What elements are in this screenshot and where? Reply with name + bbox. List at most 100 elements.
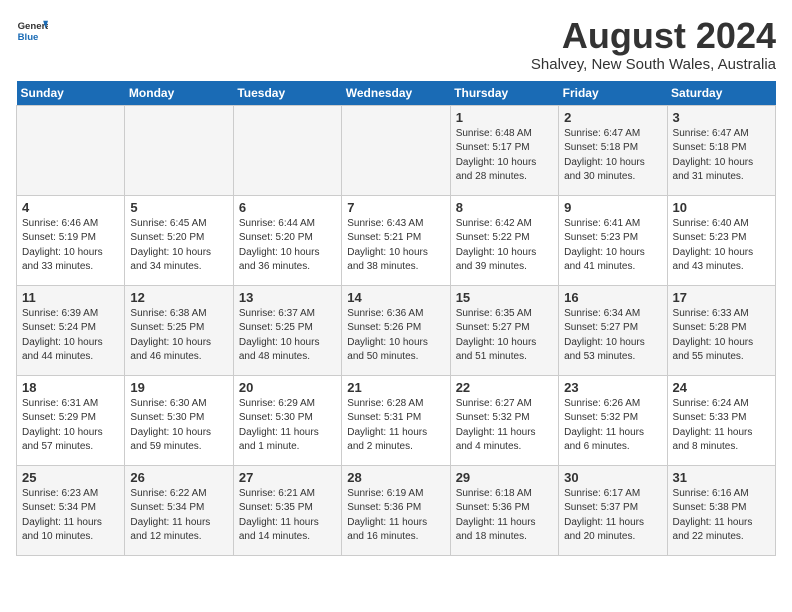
- day-number: 11: [22, 290, 119, 305]
- day-info: Sunrise: 6:47 AM Sunset: 5:18 PM Dayligh…: [673, 127, 770, 185]
- day-info: Sunrise: 6:21 AM Sunset: 5:35 PM Dayligh…: [239, 487, 336, 545]
- calendar-cell: [342, 105, 450, 195]
- day-number: 12: [130, 290, 227, 305]
- day-number: 17: [673, 290, 770, 305]
- month-year: August 2024: [531, 16, 776, 56]
- day-info: Sunrise: 6:41 AM Sunset: 5:23 PM Dayligh…: [564, 217, 661, 275]
- day-info: Sunrise: 6:37 AM Sunset: 5:25 PM Dayligh…: [239, 307, 336, 365]
- day-info: Sunrise: 6:24 AM Sunset: 5:33 PM Dayligh…: [673, 397, 770, 455]
- day-info: Sunrise: 6:28 AM Sunset: 5:31 PM Dayligh…: [347, 397, 444, 455]
- day-header-tuesday: Tuesday: [233, 81, 341, 106]
- calendar-cell: 23 Sunrise: 6:26 AM Sunset: 5:32 PM Dayli…: [559, 375, 667, 465]
- logo-icon: General Blue: [16, 16, 48, 48]
- page-header: General Blue August 2024 Shalvey, New So…: [16, 16, 776, 73]
- calendar-cell: 21 Sunrise: 6:28 AM Sunset: 5:31 PM Dayli…: [342, 375, 450, 465]
- day-number: 14: [347, 290, 444, 305]
- days-header-row: SundayMondayTuesdayWednesdayThursdayFrid…: [17, 81, 776, 106]
- day-info: Sunrise: 6:34 AM Sunset: 5:27 PM Dayligh…: [564, 307, 661, 365]
- week-row-1: 1 Sunrise: 6:48 AM Sunset: 5:17 PM Daylig…: [17, 105, 776, 195]
- week-row-2: 4 Sunrise: 6:46 AM Sunset: 5:19 PM Daylig…: [17, 195, 776, 285]
- day-number: 13: [239, 290, 336, 305]
- calendar-cell: 19 Sunrise: 6:30 AM Sunset: 5:30 PM Dayli…: [125, 375, 233, 465]
- day-number: 25: [22, 470, 119, 485]
- svg-text:Blue: Blue: [18, 32, 39, 43]
- calendar-cell: [125, 105, 233, 195]
- day-header-sunday: Sunday: [17, 81, 125, 106]
- day-header-monday: Monday: [125, 81, 233, 106]
- calendar-cell: 29Sunrise: 6:18 AM Sunset: 5:36 PM Dayli…: [450, 465, 558, 555]
- day-number: 31: [673, 470, 770, 485]
- calendar-cell: 22Sunrise: 6:27 AM Sunset: 5:32 PM Dayli…: [450, 375, 558, 465]
- day-number: 4: [22, 200, 119, 215]
- day-number: 16: [564, 290, 661, 305]
- day-info: Sunrise: 6:47 AM Sunset: 5:18 PM Dayligh…: [564, 127, 661, 185]
- day-number: 10: [673, 200, 770, 215]
- calendar-cell: 14 Sunrise: 6:36 AM Sunset: 5:26 PM Dayli…: [342, 285, 450, 375]
- svg-text:General: General: [18, 21, 48, 32]
- day-number: 30: [564, 470, 661, 485]
- day-info: Sunrise: 6:26 AM Sunset: 5:32 PM Dayligh…: [564, 397, 661, 455]
- calendar-cell: 27 Sunrise: 6:21 AM Sunset: 5:35 PM Dayli…: [233, 465, 341, 555]
- day-number: 3: [673, 110, 770, 125]
- week-row-3: 11Sunrise: 6:39 AM Sunset: 5:24 PM Dayli…: [17, 285, 776, 375]
- title-block: August 2024 Shalvey, New South Wales, Au…: [531, 16, 776, 73]
- day-info: Sunrise: 6:33 AM Sunset: 5:28 PM Dayligh…: [673, 307, 770, 365]
- day-info: Sunrise: 6:30 AM Sunset: 5:30 PM Dayligh…: [130, 397, 227, 455]
- day-info: Sunrise: 6:22 AM Sunset: 5:34 PM Dayligh…: [130, 487, 227, 545]
- calendar-cell: 26 Sunrise: 6:22 AM Sunset: 5:34 PM Dayli…: [125, 465, 233, 555]
- calendar-cell: 10Sunrise: 6:40 AM Sunset: 5:23 PM Dayli…: [667, 195, 775, 285]
- calendar-cell: 7Sunrise: 6:43 AM Sunset: 5:21 PM Daylig…: [342, 195, 450, 285]
- calendar-cell: [233, 105, 341, 195]
- calendar-cell: 31 Sunrise: 6:16 AM Sunset: 5:38 PM Dayli…: [667, 465, 775, 555]
- calendar-cell: 20Sunrise: 6:29 AM Sunset: 5:30 PM Dayli…: [233, 375, 341, 465]
- day-number: 24: [673, 380, 770, 395]
- calendar-cell: 30 Sunrise: 6:17 AM Sunset: 5:37 PM Dayli…: [559, 465, 667, 555]
- day-header-friday: Friday: [559, 81, 667, 106]
- calendar-cell: 24 Sunrise: 6:24 AM Sunset: 5:33 PM Dayli…: [667, 375, 775, 465]
- calendar-cell: 4 Sunrise: 6:46 AM Sunset: 5:19 PM Daylig…: [17, 195, 125, 285]
- day-info: Sunrise: 6:48 AM Sunset: 5:17 PM Dayligh…: [456, 127, 553, 185]
- week-row-5: 25Sunrise: 6:23 AM Sunset: 5:34 PM Dayli…: [17, 465, 776, 555]
- day-number: 21: [347, 380, 444, 395]
- calendar-cell: 9Sunrise: 6:41 AM Sunset: 5:23 PM Daylig…: [559, 195, 667, 285]
- calendar-cell: 8 Sunrise: 6:42 AM Sunset: 5:22 PM Daylig…: [450, 195, 558, 285]
- day-info: Sunrise: 6:43 AM Sunset: 5:21 PM Dayligh…: [347, 217, 444, 275]
- day-header-thursday: Thursday: [450, 81, 558, 106]
- calendar-cell: 5Sunrise: 6:45 AM Sunset: 5:20 PM Daylig…: [125, 195, 233, 285]
- calendar-cell: 12 Sunrise: 6:38 AM Sunset: 5:25 PM Dayli…: [125, 285, 233, 375]
- calendar-cell: 3 Sunrise: 6:47 AM Sunset: 5:18 PM Daylig…: [667, 105, 775, 195]
- logo: General Blue: [16, 16, 48, 48]
- day-info: Sunrise: 6:38 AM Sunset: 5:25 PM Dayligh…: [130, 307, 227, 365]
- day-number: 8: [456, 200, 553, 215]
- day-info: Sunrise: 6:42 AM Sunset: 5:22 PM Dayligh…: [456, 217, 553, 275]
- day-number: 19: [130, 380, 227, 395]
- day-info: Sunrise: 6:46 AM Sunset: 5:19 PM Dayligh…: [22, 217, 119, 275]
- day-info: Sunrise: 6:35 AM Sunset: 5:27 PM Dayligh…: [456, 307, 553, 365]
- day-number: 27: [239, 470, 336, 485]
- day-header-saturday: Saturday: [667, 81, 775, 106]
- day-info: Sunrise: 6:27 AM Sunset: 5:32 PM Dayligh…: [456, 397, 553, 455]
- day-number: 29: [456, 470, 553, 485]
- day-number: 2: [564, 110, 661, 125]
- day-number: 1: [456, 110, 553, 125]
- day-info: Sunrise: 6:29 AM Sunset: 5:30 PM Dayligh…: [239, 397, 336, 455]
- day-info: Sunrise: 6:16 AM Sunset: 5:38 PM Dayligh…: [673, 487, 770, 545]
- calendar-cell: 15 Sunrise: 6:35 AM Sunset: 5:27 PM Dayli…: [450, 285, 558, 375]
- calendar-cell: 6Sunrise: 6:44 AM Sunset: 5:20 PM Daylig…: [233, 195, 341, 285]
- calendar-cell: 11Sunrise: 6:39 AM Sunset: 5:24 PM Dayli…: [17, 285, 125, 375]
- calendar-cell: 13 Sunrise: 6:37 AM Sunset: 5:25 PM Dayli…: [233, 285, 341, 375]
- calendar-cell: 18Sunrise: 6:31 AM Sunset: 5:29 PM Dayli…: [17, 375, 125, 465]
- day-number: 6: [239, 200, 336, 215]
- day-info: Sunrise: 6:19 AM Sunset: 5:36 PM Dayligh…: [347, 487, 444, 545]
- day-number: 18: [22, 380, 119, 395]
- calendar-cell: 16 Sunrise: 6:34 AM Sunset: 5:27 PM Dayli…: [559, 285, 667, 375]
- day-number: 5: [130, 200, 227, 215]
- day-number: 15: [456, 290, 553, 305]
- day-number: 26: [130, 470, 227, 485]
- calendar-cell: 17 Sunrise: 6:33 AM Sunset: 5:28 PM Dayli…: [667, 285, 775, 375]
- day-number: 23: [564, 380, 661, 395]
- day-info: Sunrise: 6:36 AM Sunset: 5:26 PM Dayligh…: [347, 307, 444, 365]
- week-row-4: 18Sunrise: 6:31 AM Sunset: 5:29 PM Dayli…: [17, 375, 776, 465]
- calendar-cell: 2 Sunrise: 6:47 AM Sunset: 5:18 PM Daylig…: [559, 105, 667, 195]
- day-info: Sunrise: 6:17 AM Sunset: 5:37 PM Dayligh…: [564, 487, 661, 545]
